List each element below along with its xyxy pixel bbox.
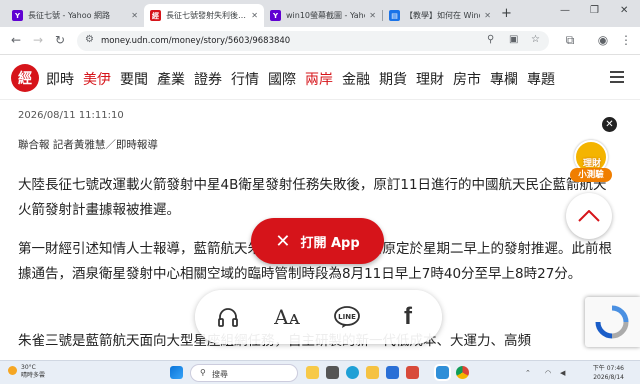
hamburger-menu-icon[interactable] bbox=[610, 71, 624, 86]
nav-item[interactable]: 要聞 bbox=[120, 69, 148, 89]
address-toolbar: ← → ↻ ⚙ money.udn.com/money/story/5603/9… bbox=[0, 27, 640, 55]
close-tab-icon[interactable]: ✕ bbox=[251, 11, 258, 20]
doc-favicon-icon: ▤ bbox=[389, 10, 400, 21]
close-badge-icon[interactable]: ✕ bbox=[602, 117, 617, 132]
maximize-icon[interactable]: ❐ bbox=[590, 5, 599, 16]
nav-item[interactable]: 專題 bbox=[527, 69, 555, 89]
facebook-glyph: f bbox=[404, 303, 412, 330]
nav-item[interactable]: 國際 bbox=[268, 69, 296, 89]
install-app-icon[interactable]: ▣ bbox=[509, 34, 518, 45]
nav-item[interactable]: 專欄 bbox=[490, 69, 518, 89]
nav-item[interactable]: 證券 bbox=[194, 69, 222, 89]
edge-icon[interactable] bbox=[346, 366, 359, 379]
yahoo-favicon-icon: Y bbox=[270, 10, 281, 21]
volume-icon[interactable]: ◀ bbox=[560, 369, 565, 377]
article-paragraph: 大陸長征七號改運載火箭發射中星4B衛星發射任務失敗後，原訂11日進行的中國航天民… bbox=[18, 177, 607, 218]
bookmark-star-icon[interactable]: ☆ bbox=[531, 34, 540, 45]
mail-icon[interactable] bbox=[406, 366, 419, 379]
site-nav-menu: 即時 美伊 要聞 產業 證券 行情 國際 兩岸 金融 期貨 理財 房市 專欄 專… bbox=[46, 69, 564, 89]
url-text: money.udn.com/money/story/5603/9683840 bbox=[101, 36, 291, 46]
forward-icon[interactable]: → bbox=[30, 33, 46, 47]
clock-date: 2026/8/14 bbox=[593, 374, 624, 381]
open-app-button[interactable]: ✕ 打開 App bbox=[251, 218, 384, 264]
sun-icon bbox=[8, 366, 17, 375]
tray-chevron-icon[interactable]: ⌃ bbox=[525, 369, 531, 377]
site-info-icon[interactable]: ⚙ bbox=[85, 34, 94, 45]
font-size-glyph: Aᴀ bbox=[274, 305, 300, 329]
store-icon[interactable] bbox=[386, 366, 399, 379]
browser-tab[interactable]: ▤ 【教學】如何在 Windo ✕ bbox=[383, 4, 497, 27]
windows-taskbar: 30°C 晴時多雲 ⚲ 搜尋 ⌃ ◠ ◀ 下午 07:46 2026/8/14 bbox=[0, 360, 640, 384]
nav-item[interactable]: 產業 bbox=[157, 69, 185, 89]
taskbar-search[interactable]: ⚲ 搜尋 bbox=[190, 364, 298, 382]
chrome-icon[interactable] bbox=[456, 366, 469, 379]
windows-start-icon[interactable] bbox=[170, 366, 183, 379]
udn-favicon-icon: 經 bbox=[150, 10, 161, 21]
scroll-to-top-button[interactable] bbox=[566, 193, 612, 239]
nav-item[interactable]: 房市 bbox=[453, 69, 481, 89]
nav-item[interactable]: 期貨 bbox=[379, 69, 407, 89]
recaptcha-badge[interactable] bbox=[585, 297, 640, 347]
network-icon[interactable]: ◠ bbox=[545, 369, 551, 377]
nav-item[interactable]: 金融 bbox=[342, 69, 370, 89]
back-icon[interactable]: ← bbox=[8, 33, 24, 47]
site-header: 經 即時 美伊 要聞 產業 證券 行情 國際 兩岸 金融 期貨 理財 房市 專欄… bbox=[0, 56, 640, 100]
font-size-icon[interactable]: Aᴀ bbox=[272, 302, 302, 332]
article-byline: 聯合報 記者黃雅慧／即時報導 bbox=[18, 139, 158, 151]
facebook-icon[interactable]: f bbox=[393, 302, 423, 332]
taskview-icon[interactable] bbox=[326, 366, 339, 379]
new-tab-icon[interactable]: + bbox=[501, 6, 512, 21]
share-toolbar: Aᴀ LINE f bbox=[195, 290, 442, 344]
widget-icon[interactable] bbox=[306, 366, 319, 379]
chevron-up-icon bbox=[578, 210, 600, 222]
taskbar-clock[interactable]: 下午 07:46 2026/8/14 bbox=[586, 364, 624, 382]
menu-dots-icon[interactable]: ⋮ bbox=[618, 33, 634, 47]
clock-time: 下午 07:46 bbox=[592, 365, 624, 372]
weather-desc: 晴時多雲 bbox=[21, 372, 46, 379]
svg-text:LINE: LINE bbox=[338, 313, 356, 321]
search-label: 搜尋 bbox=[212, 370, 228, 379]
browser-tab[interactable]: Y win10螢幕截圖 - Yahoo ✕ bbox=[264, 4, 382, 27]
profile-icon[interactable]: ◉ bbox=[595, 33, 611, 47]
extensions-icon[interactable]: ⧉ bbox=[562, 33, 578, 48]
weather-widget[interactable]: 30°C 晴時多雲 bbox=[8, 364, 45, 380]
recaptcha-icon bbox=[595, 305, 629, 339]
nav-item[interactable]: 理財 bbox=[416, 69, 444, 89]
reload-icon[interactable]: ↻ bbox=[52, 33, 68, 47]
line-share-icon[interactable]: LINE bbox=[332, 302, 362, 332]
minimize-icon[interactable]: — bbox=[560, 5, 570, 16]
close-icon[interactable]: ✕ bbox=[275, 231, 290, 252]
nav-item[interactable]: 美伊 bbox=[83, 69, 111, 89]
finance-quiz-badge[interactable]: 理財 小測驗 bbox=[566, 140, 616, 184]
weather-temp: 30°C bbox=[21, 364, 36, 371]
close-tab-icon[interactable]: ✕ bbox=[131, 11, 138, 20]
close-window-icon[interactable]: ✕ bbox=[620, 5, 628, 16]
nav-item[interactable]: 行情 bbox=[231, 69, 259, 89]
close-tab-icon[interactable]: ✕ bbox=[484, 11, 491, 20]
badge-label-bottom: 小測驗 bbox=[570, 168, 612, 182]
browser-tab[interactable]: Y 長征七號 - Yahoo 網路 ✕ bbox=[6, 4, 144, 27]
close-tab-icon[interactable]: ✕ bbox=[369, 11, 376, 20]
udn-logo[interactable]: 經 bbox=[11, 64, 39, 92]
browser-tab-active[interactable]: 經 長征七號發射失利後… ✕ bbox=[144, 4, 264, 27]
photos-icon[interactable] bbox=[434, 364, 451, 381]
nav-item[interactable]: 即時 bbox=[46, 69, 74, 89]
article-datetime: 2026/08/11 11:11:10 bbox=[18, 110, 124, 121]
yahoo-favicon-icon: Y bbox=[12, 10, 23, 21]
nav-item[interactable]: 兩岸 bbox=[305, 69, 333, 89]
zoom-icon[interactable]: ⚲ bbox=[487, 34, 494, 45]
open-app-label: 打開 App bbox=[300, 235, 360, 251]
search-icon: ⚲ bbox=[200, 368, 206, 377]
browser-tab-bar: Y 長征七號 - Yahoo 網路 ✕ 經 長征七號發射失利後… ✕ Y win… bbox=[0, 0, 640, 27]
headphones-icon[interactable] bbox=[213, 302, 243, 332]
address-bar[interactable]: ⚙ money.udn.com/money/story/5603/9683840… bbox=[77, 31, 549, 51]
file-explorer-icon[interactable] bbox=[366, 366, 379, 379]
